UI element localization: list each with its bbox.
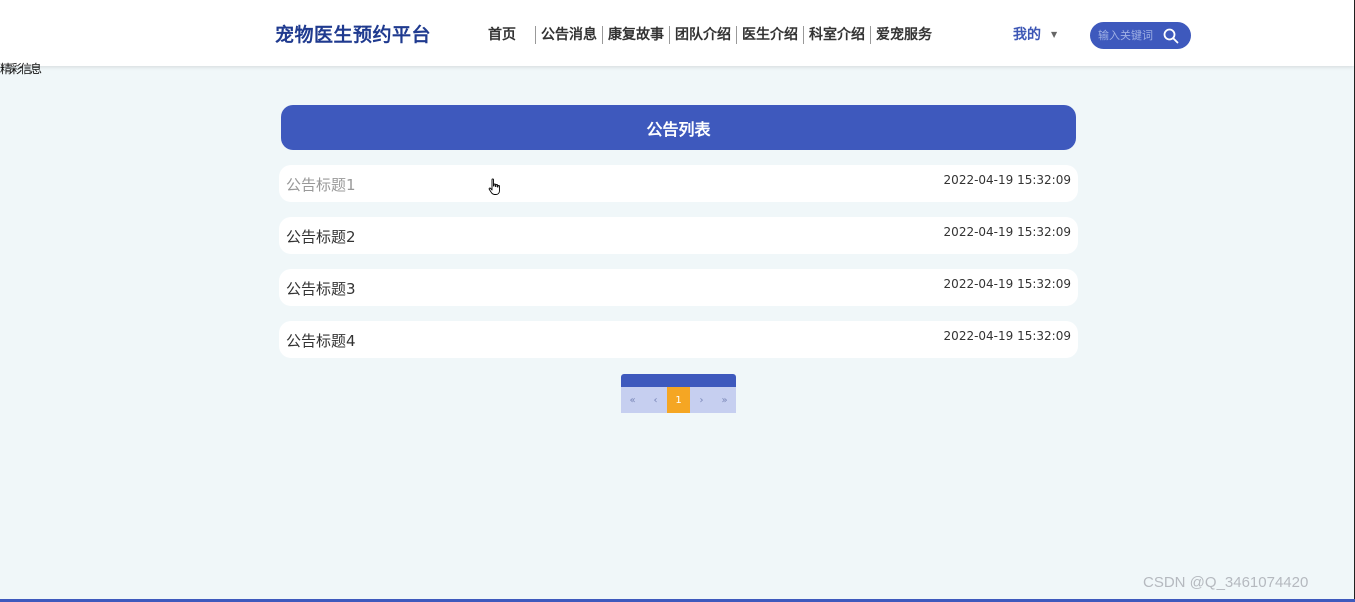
nav-departments[interactable]: 科室介绍 [803,26,870,44]
hand-cursor-icon [488,178,500,195]
nav-doctors[interactable]: 医生介绍 [736,26,803,44]
page-1-button[interactable]: 1 [667,387,690,413]
nav-home[interactable]: 首页 [488,26,535,44]
notice-item[interactable]: 公告标题1 2022-04-19 15:32:09 [279,165,1078,202]
first-page-button[interactable]: « [621,387,644,413]
notice-title[interactable]: 公告标题3 [286,278,356,299]
page-title: 公告列表 [281,105,1076,150]
next-page-button[interactable]: › [690,387,713,413]
notice-time: 2022-04-19 15:32:09 [943,225,1071,239]
search-box [1090,22,1191,49]
last-page-button[interactable]: » [713,387,736,413]
nav-pet-services[interactable]: 爱宠服务 [870,26,937,44]
notice-item[interactable]: 公告标题4 2022-04-19 15:32:09 [279,321,1078,358]
prev-page-button[interactable]: ‹ [644,387,667,413]
stray-overlay-text: 精彩信息 [0,62,42,76]
notice-title[interactable]: 公告标题4 [286,330,356,351]
site-brand[interactable]: 宠物医生预约平台 [275,20,431,47]
my-account-dropdown[interactable]: 我的 ▼ [1013,24,1057,44]
notice-list: 公告标题1 2022-04-19 15:32:09 公告标题2 2022-04-… [279,165,1078,373]
notice-title[interactable]: 公告标题2 [286,226,356,247]
pagination-header [621,374,736,388]
my-account-label: 我的 [1013,27,1041,43]
pagination: « ‹ 1 › » [621,374,736,414]
caret-down-icon: ▼ [1051,29,1058,39]
notice-time: 2022-04-19 15:32:09 [943,277,1071,291]
notice-item[interactable]: 公告标题2 2022-04-19 15:32:09 [279,217,1078,254]
nav-team[interactable]: 团队介绍 [669,26,736,44]
notice-title[interactable]: 公告标题1 [286,174,356,195]
notice-time: 2022-04-19 15:32:09 [943,329,1071,343]
watermark: CSDN @Q_3461074420 [1143,574,1309,591]
search-input[interactable] [1098,29,1168,42]
nav-recovery-stories[interactable]: 康复故事 [602,26,669,44]
search-icon[interactable] [1163,28,1179,44]
notice-time: 2022-04-19 15:32:09 [943,173,1071,187]
top-navbar: 宠物医生预约平台 首页 公告消息 康复故事 团队介绍 医生介绍 科室介绍 爱宠服… [0,0,1354,66]
nav-notices[interactable]: 公告消息 [535,26,602,44]
notice-item[interactable]: 公告标题3 2022-04-19 15:32:09 [279,269,1078,306]
main-nav: 首页 公告消息 康复故事 团队介绍 医生介绍 科室介绍 爱宠服务 [488,25,937,45]
